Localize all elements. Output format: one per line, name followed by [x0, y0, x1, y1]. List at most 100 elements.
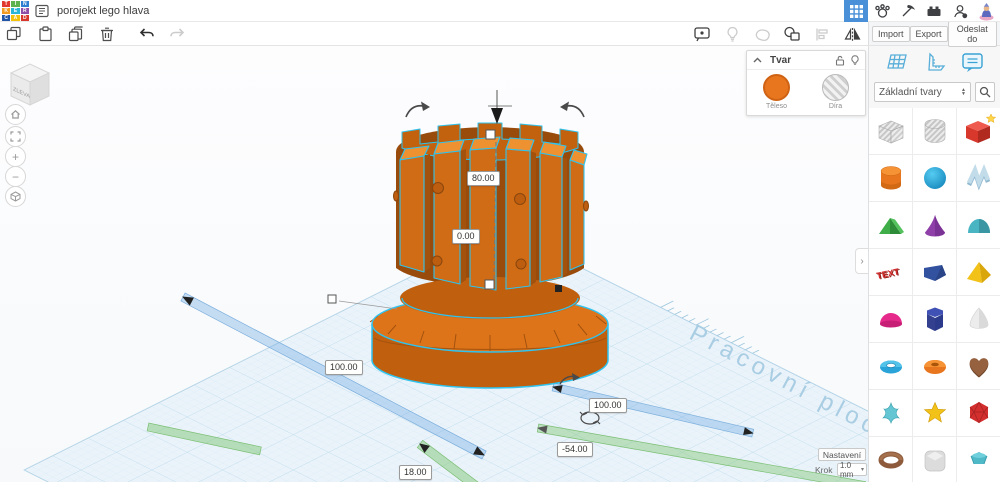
lock-icon[interactable]	[835, 55, 845, 66]
design-title[interactable]: porojekt lego hlava	[57, 5, 149, 17]
orange-cylinder-icon	[874, 161, 908, 195]
grid-settings-button[interactable]: Nastavení	[818, 448, 866, 461]
dim-step-field[interactable]: 18.00	[399, 465, 432, 480]
teal-gem-icon	[962, 443, 996, 477]
navy-hex-prism-icon	[918, 302, 952, 336]
user-avatar[interactable]	[974, 0, 998, 22]
account-button[interactable]	[948, 0, 972, 22]
brown-ring-icon	[874, 443, 908, 477]
white-paraboloid-icon	[962, 302, 996, 336]
sidebar-collapse-tab[interactable]: ›	[855, 248, 868, 274]
duplicate-button[interactable]	[66, 24, 86, 44]
copy-button[interactable]	[4, 24, 24, 44]
dashboard-grid-button[interactable]	[844, 0, 868, 22]
caret-updown-icon: ▲▼	[961, 88, 966, 96]
shape-tile-torus[interactable]	[869, 343, 912, 389]
shape-tile-heart[interactable]	[957, 343, 1000, 389]
shape-tile-red-box[interactable]	[957, 108, 1000, 154]
hole-swatch[interactable]: Díra	[822, 74, 849, 110]
edit-toolbar-right	[692, 22, 862, 46]
shape-tile-paraboloid[interactable]	[957, 296, 1000, 342]
notes-tool-icon[interactable]	[961, 51, 984, 75]
shape-tile-wedge[interactable]	[913, 249, 956, 295]
pickaxe-icon	[900, 3, 916, 19]
sphere-icon	[918, 161, 952, 195]
shape-tile-sphere[interactable]	[913, 155, 956, 201]
import-button[interactable]: Import	[872, 26, 910, 42]
shape-tile-starfish[interactable]	[869, 390, 912, 436]
hole-cylinder-icon	[918, 114, 952, 148]
group-button[interactable]	[782, 24, 802, 44]
dim-size-right-field[interactable]: 100.00	[589, 398, 627, 413]
shape-tile-torus-thick[interactable]	[913, 343, 956, 389]
shape-category-select[interactable]: Základní tvary ▲▼	[874, 82, 971, 102]
mirror-button[interactable]	[842, 24, 862, 44]
fit-view-button[interactable]	[5, 126, 26, 147]
home-view-button[interactable]	[5, 104, 26, 125]
shape-tile-star[interactable]	[913, 390, 956, 436]
export-button[interactable]: Export	[910, 26, 948, 42]
shape-tile-round-roof[interactable]	[957, 202, 1000, 248]
shape-tile-text[interactable]: TEXT TEXT	[869, 249, 912, 295]
scale-handle-top[interactable]	[486, 130, 495, 139]
scribble-icon	[962, 161, 996, 195]
collapse-chevron-icon[interactable]	[753, 57, 762, 63]
solid-swatch[interactable]: Těleso	[763, 74, 790, 110]
shape-tile-half-sphere[interactable]	[869, 296, 912, 342]
paste-button[interactable]	[35, 24, 55, 44]
scale-handle-left[interactable]	[328, 295, 336, 303]
shape-tile-icosahedron[interactable]	[957, 390, 1000, 436]
shape-tile-cylinder[interactable]	[869, 155, 912, 201]
hint-bulb-button[interactable]	[722, 24, 742, 44]
tinker-claw-button[interactable]	[870, 0, 894, 22]
send-to-button[interactable]: Odeslat do	[948, 21, 997, 47]
build-pickaxe-button[interactable]	[896, 0, 920, 22]
raise-cone-handle[interactable]	[491, 108, 503, 124]
header-app-switcher	[844, 0, 998, 22]
ruler-tool-icon[interactable]	[923, 51, 948, 75]
step-label: Krok	[815, 465, 832, 475]
dim-height-field[interactable]: 80.00	[467, 171, 500, 186]
redo-button[interactable]	[167, 24, 187, 44]
align-button[interactable]	[812, 24, 832, 44]
perspective-toggle-button[interactable]	[5, 186, 26, 207]
rotate-arrow-top-right[interactable]	[560, 102, 584, 118]
shape-tile-dice[interactable]	[913, 437, 956, 482]
shape-tile-cone-purple[interactable]	[913, 202, 956, 248]
shape-tile-hex-prism[interactable]	[913, 296, 956, 342]
purple-cone-icon	[918, 208, 952, 242]
undo-button[interactable]	[136, 24, 156, 44]
text-shape-icon: TEXT TEXT	[873, 255, 909, 289]
shape-tile-hole-cylinder[interactable]	[913, 108, 956, 154]
teal-round-roof-icon	[962, 208, 996, 242]
workplane-handle[interactable]	[485, 280, 494, 289]
solid-color-circle	[763, 74, 790, 101]
shape-tile-pyramid[interactable]	[957, 249, 1000, 295]
design-properties-icon[interactable]	[35, 4, 49, 23]
step-select[interactable]: 1.0 mm▾	[837, 463, 867, 476]
workplane-tool-icon[interactable]	[885, 51, 910, 75]
search-button[interactable]	[975, 82, 995, 102]
shape-tile-scribble[interactable]	[957, 155, 1000, 201]
scale-handle-right[interactable]	[555, 285, 562, 292]
dim-size-left-field[interactable]: 100.00	[325, 360, 363, 375]
search-icon	[979, 86, 991, 98]
annotate-button[interactable]	[692, 24, 712, 44]
shape-tile-hole-box[interactable]	[869, 108, 912, 154]
viewport-3d[interactable]: Pracovní plocha	[0, 46, 868, 482]
shape-tile-gem[interactable]	[957, 437, 1000, 482]
zoom-out-button[interactable]: −	[5, 166, 26, 187]
dim-offset-field[interactable]: -54.00	[557, 442, 593, 457]
delete-button[interactable]	[97, 24, 117, 44]
hole-box-icon	[874, 114, 908, 148]
tinkercad-logo[interactable]: TIN KER CAD	[2, 1, 29, 21]
zoom-in-button[interactable]: +	[5, 146, 26, 167]
rotate-arrow-top-left[interactable]	[406, 102, 430, 118]
freeform-button[interactable]	[752, 24, 772, 44]
visibility-bulb-icon[interactable]	[851, 55, 859, 66]
bricks-button[interactable]	[922, 0, 946, 22]
shape-tile-roof[interactable]	[869, 202, 912, 248]
dim-elevation-field[interactable]: 0.00	[452, 229, 480, 244]
avatar-gnome-icon	[977, 2, 996, 21]
shape-tile-ring[interactable]	[869, 437, 912, 482]
